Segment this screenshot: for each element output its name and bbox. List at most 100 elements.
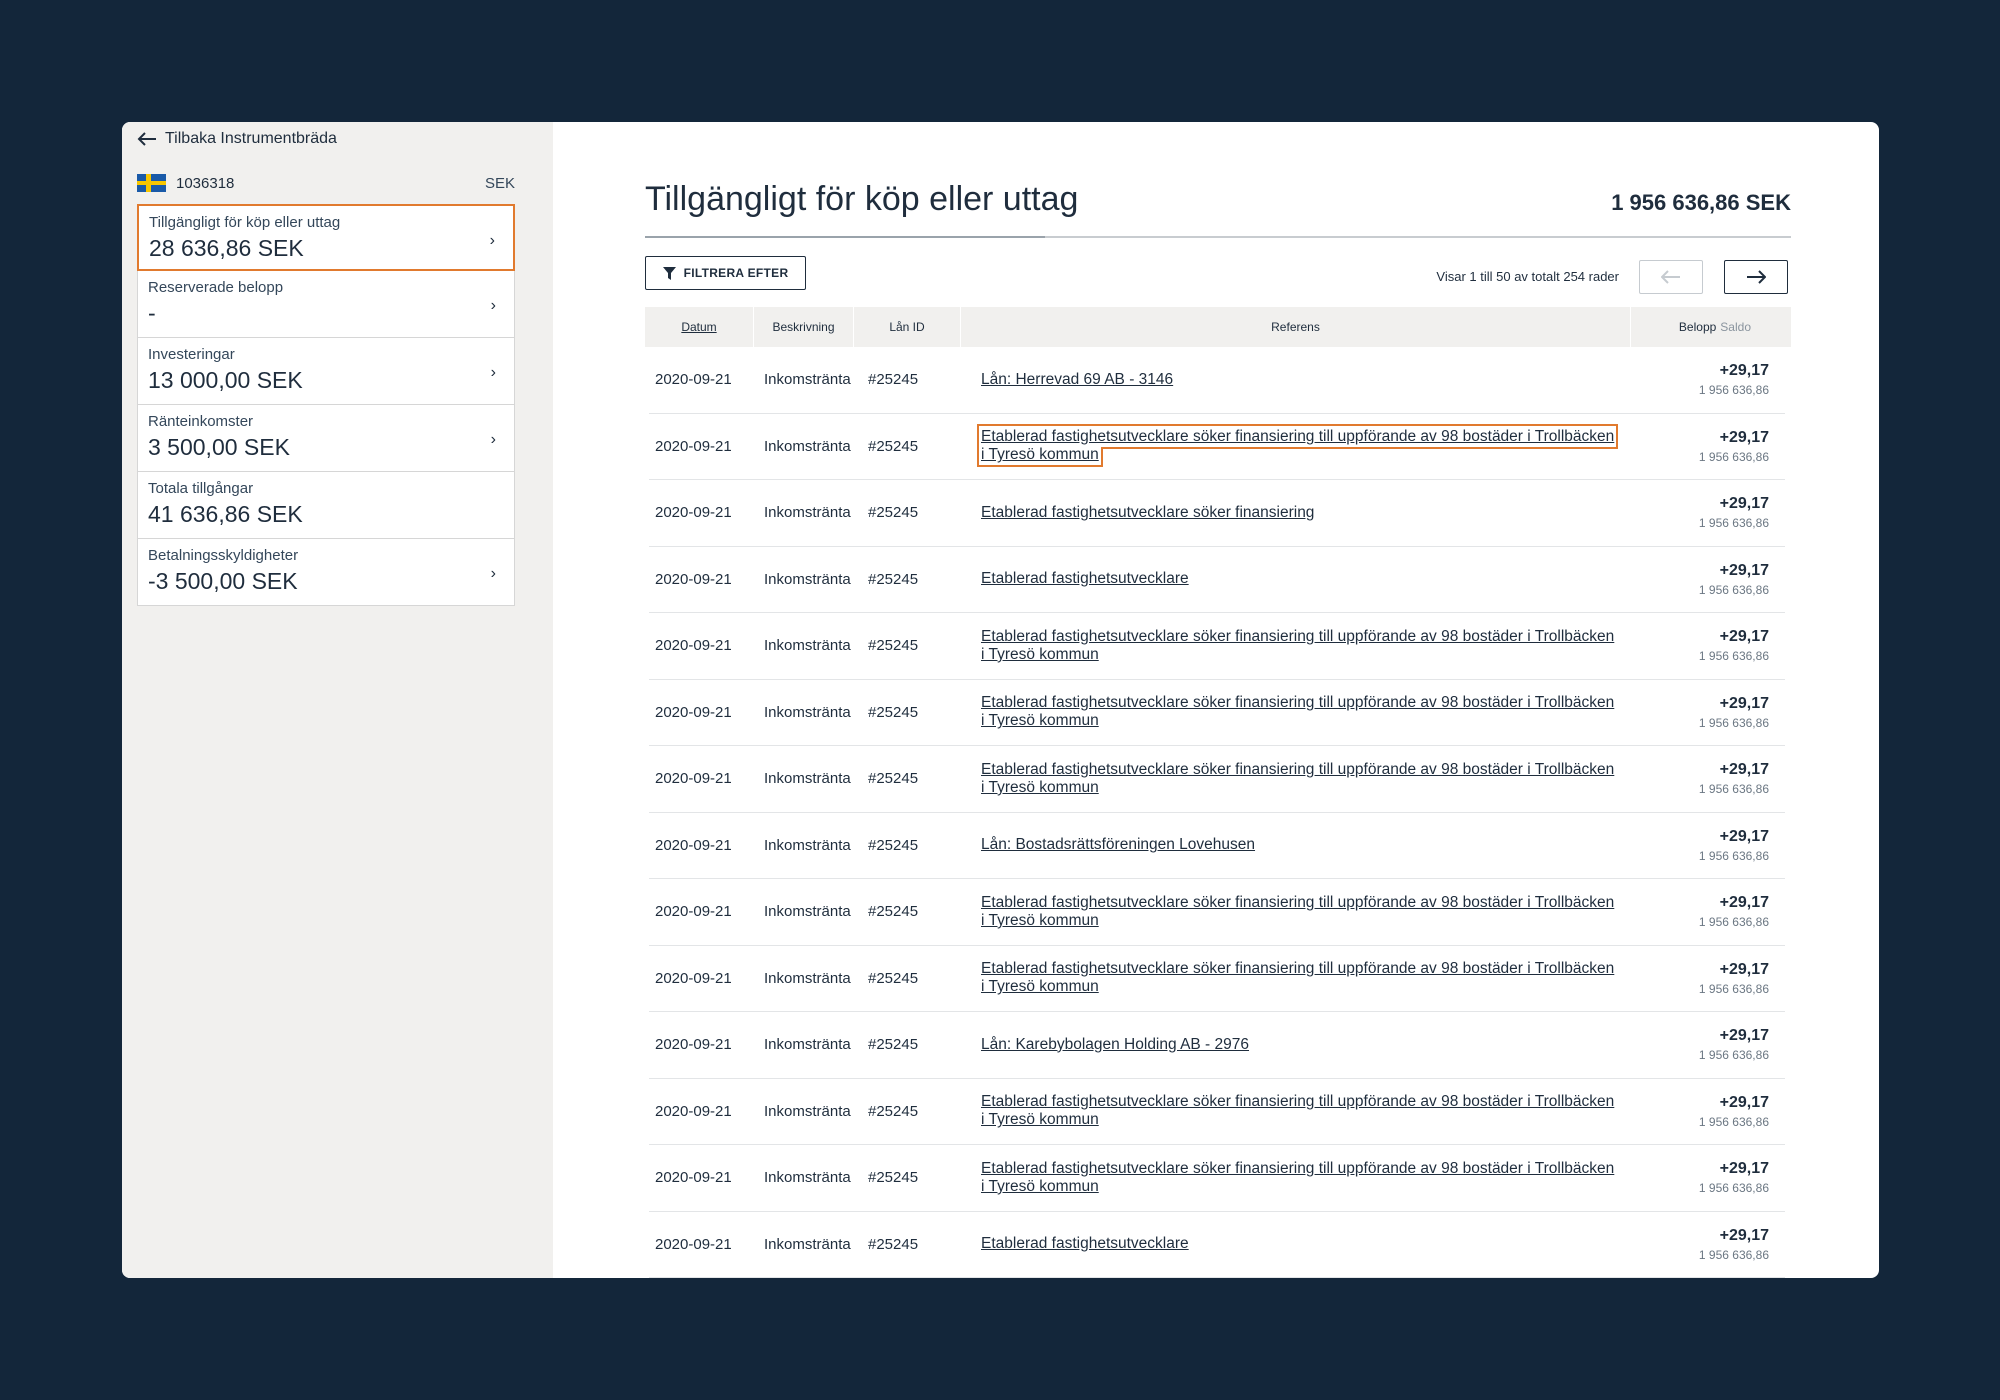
balance-card[interactable]: Investeringar 13 000,00 SEK › [137,338,515,405]
sweden-flag-icon [137,174,166,192]
row-description: Inkomstränta [764,1102,851,1120]
row-reference-link[interactable]: Etablerad fastighetsutvecklare [981,1235,1189,1252]
row-balance: 1 956 636,86 [1698,981,1769,996]
balance-card[interactable]: Betalningsskyldigheter -3 500,00 SEK › [137,539,515,606]
row-balance: 1 956 636,86 [1698,782,1769,797]
sidebar: Tilbaka Instrumentbräda 1036318 SEK Till… [122,122,553,1278]
arrow-left-icon [1661,270,1680,284]
row-amount: +29,17 [1719,428,1769,446]
account-row: 1036318 SEK [137,174,515,192]
row-reference-link[interactable]: Lån: Karebybolagen Holding AB - 2976 [981,1036,1249,1053]
table-row: 2020-09-21 Inkomstränta #25245 Etablerad fa… [649,746,1785,813]
balance-card-label: Investeringar [148,346,235,363]
row-reference-link[interactable]: Etablerad fastighetsutvecklare söker fin… [981,694,1614,729]
balance-card-value: 28 636,86 SEK [149,235,304,261]
row-loan-id: #25245 [868,770,919,788]
chevron-right-icon: › [489,232,495,249]
arrow-right-icon [1747,270,1766,284]
filter-icon [662,266,676,280]
amount-header-label: Belopp [1678,320,1717,334]
back-link[interactable]: Tilbaka Instrumentbräda [137,130,337,148]
row-date: 2020-09-21 [655,1169,732,1187]
row-reference-link[interactable]: Etablerad fastighetsutvecklare söker fin… [981,1160,1614,1195]
row-amount: +29,17 [1719,1160,1769,1178]
next-page-button[interactable] [1724,260,1788,294]
row-balance: 1 956 636,86 [1698,649,1769,664]
filter-button[interactable]: FILTRERA EFTER [645,256,806,290]
row-date: 2020-09-21 [655,637,732,655]
row-reference-link[interactable]: Etablerad fastighetsutvecklare söker fin… [981,1093,1614,1128]
row-date: 2020-09-21 [655,437,732,455]
row-amount: +29,17 [1719,628,1769,646]
row-description: Inkomstränta [764,903,851,921]
row-loan-id: #25245 [868,1169,919,1187]
row-loan-id: #25245 [868,1235,919,1253]
row-amount: +29,17 [1719,694,1769,712]
chevron-right-icon: › [490,431,496,448]
account-number: 1036318 [176,174,235,192]
row-reference-link[interactable]: Etablerad fastighetsutvecklare söker fin… [981,894,1614,929]
row-balance: 1 956 636,86 [1698,1048,1769,1063]
row-loan-id: #25245 [868,836,919,854]
row-reference-link[interactable]: Etablerad fastighetsutvecklare [981,570,1189,587]
balance-cards: Tillgängligt för köp eller uttag 28 636,8… [137,204,515,606]
row-description: Inkomstränta [764,504,851,522]
main-content: Tillgängligt för köp eller uttag 1 956 6… [553,122,1879,1278]
row-balance: 1 956 636,86 [1698,848,1769,863]
balance-card: Totala tillgångar 41 636,86 SEK [137,472,515,539]
balance-card-label: Betalningsskyldigheter [148,547,299,564]
row-balance: 1 956 636,86 [1698,516,1769,531]
table-row: 2020-09-21 Inkomstränta #25245 Etablerad fa… [649,480,1785,547]
row-description: Inkomstränta [764,371,851,389]
row-amount: +29,17 [1719,761,1769,779]
row-amount: +29,17 [1719,561,1769,579]
row-reference-link[interactable]: Lån: Herrevad 69 AB - 3146 [981,371,1173,388]
row-reference-link[interactable]: Lån: Bostadsrättsföreningen Lovehusen [981,836,1255,853]
balance-card-value: 41 636,86 SEK [148,501,303,527]
row-date: 2020-09-21 [655,371,732,389]
account-currency: SEK [484,174,515,192]
total-amount: 1 956 636,86 SEK [1611,190,1791,215]
row-description: Inkomstränta [764,969,851,987]
row-amount: +29,17 [1719,894,1769,912]
back-link-label: Tilbaka Instrumentbräda [165,130,337,147]
row-description: Inkomstränta [764,570,851,588]
row-balance: 1 956 636,86 [1698,449,1769,464]
app-window: Tilbaka Instrumentbräda 1036318 SEK Till… [122,122,1879,1278]
row-date: 2020-09-21 [655,1102,732,1120]
chevron-right-icon: › [490,565,496,582]
row-balance: 1 956 636,86 [1698,582,1769,597]
arrow-left-icon [137,132,156,146]
row-balance: 1 956 636,86 [1698,1247,1769,1262]
row-reference-link[interactable]: Etablerad fastighetsutvecklare söker fin… [981,628,1614,663]
table-body: 2020-09-21 Inkomstränta #25245 Lån: Herreva… [645,347,1791,1278]
table-row: 2020-09-21 Inkomstränta #25245 Etablerad fa… [649,1212,1785,1278]
column-header-date[interactable]: Datum [645,307,754,347]
row-reference-link[interactable]: Etablerad fastighetsutvecklare söker fin… [981,504,1314,521]
row-reference-link[interactable]: Etablerad fastighetsutvecklare söker fin… [981,761,1614,796]
row-reference-link[interactable]: Etablerad fastighetsutvecklare söker fin… [976,424,1619,468]
balance-card[interactable]: Tillgängligt för köp eller uttag 28 636,8… [137,204,515,271]
row-amount: +29,17 [1719,1226,1769,1244]
row-description: Inkomstränta [764,770,851,788]
table-row: 2020-09-21 Inkomstränta #25245 Etablerad fa… [649,946,1785,1012]
balance-card-label: Ränteinkomster [148,413,254,430]
row-description: Inkomstränta [764,1235,851,1253]
table-row: 2020-09-21 Inkomstränta #25245 Lån: Herreva… [649,347,1785,414]
row-date: 2020-09-21 [655,770,732,788]
column-header-loan-id: Lån ID [854,307,961,347]
balance-card[interactable]: Reserverade belopp - › [137,271,515,338]
balance-card-value: 13 000,00 SEK [148,367,303,393]
row-amount: +29,17 [1719,362,1769,380]
title-divider [645,236,1791,238]
row-reference-link[interactable]: Etablerad fastighetsutvecklare söker fin… [981,960,1614,995]
row-amount: +29,17 [1719,1093,1769,1111]
previous-page-button[interactable] [1639,260,1703,294]
table-row: 2020-09-21 Inkomstränta #25245 Etablerad fa… [649,1145,1785,1212]
row-description: Inkomstränta [764,437,851,455]
row-amount: +29,17 [1719,827,1769,845]
column-header-reference: Referens [961,307,1631,347]
row-loan-id: #25245 [868,371,919,389]
balance-card[interactable]: Ränteinkomster 3 500,00 SEK › [137,405,515,472]
row-loan-id: #25245 [868,437,919,455]
